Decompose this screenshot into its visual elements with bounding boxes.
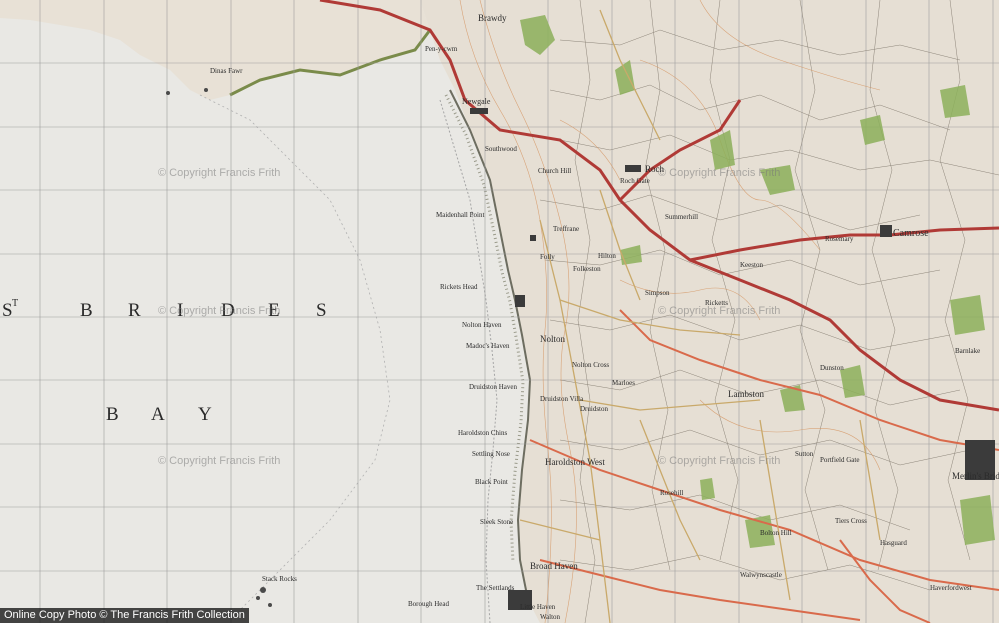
place-label: Druidston Villa — [540, 395, 584, 403]
north-coast-land — [0, 0, 430, 100]
sea-letter: T — [12, 298, 19, 309]
place-label: Lambston — [728, 389, 764, 399]
place-label: Rosemary — [825, 235, 854, 243]
place-label: Treffrane — [553, 225, 580, 233]
place-label: The Settlands — [476, 584, 515, 592]
map-base — [0, 0, 999, 623]
place-label: Camrose — [893, 228, 929, 239]
watermark: © Copyright Francis Frith — [658, 167, 781, 179]
sea-letter: S — [2, 300, 13, 321]
place-label: Dinas Fawr — [210, 67, 243, 75]
copyright-bar: Online Copy Photo © The Francis Frith Co… — [0, 608, 249, 623]
place-label: Portfield Gate — [820, 456, 860, 464]
place-label: Maidenhall Point — [436, 211, 485, 219]
map-canvas[interactable]: S T B R I D E S B A Y © Copyright Franci… — [0, 0, 999, 623]
place-label: Ricketts — [705, 299, 728, 307]
place-label: Walwynscastle — [740, 571, 782, 579]
place-label: Broad Haven — [530, 561, 578, 571]
place-label: Roch — [645, 164, 664, 174]
sea-letter: A — [151, 404, 165, 425]
sea-letter: B — [106, 404, 119, 425]
place-label: Barnlake — [955, 347, 981, 355]
place-label: Pen-y-cwm — [425, 45, 458, 53]
place-label: Sutton — [795, 450, 814, 458]
place-label: Rickets Head — [440, 283, 478, 291]
place-label: Nolton — [540, 334, 566, 344]
sea-letter: Y — [198, 404, 212, 425]
place-label: Folkeston — [573, 265, 601, 273]
place-label: Haverfordwest — [930, 584, 972, 592]
watermark: © Copyright Francis Frith — [658, 455, 781, 467]
place-label: Newgale — [462, 97, 491, 106]
place-label: Marloes — [612, 379, 635, 387]
place-label: Borough Head — [408, 600, 450, 608]
place-label: Southwood — [485, 145, 517, 153]
place-label: Nolton Cross — [572, 361, 610, 369]
place-label: Simpson — [645, 289, 670, 297]
place-label: Druidston — [580, 405, 608, 413]
watermark: © Copyright Francis Frith — [158, 167, 281, 179]
place-label: Merlin's Bridge — [952, 471, 999, 481]
place-label: Brawdy — [478, 13, 507, 23]
sea-letter: S — [316, 300, 327, 321]
place-label: Madoc's Haven — [466, 342, 510, 350]
place-label: Nolton Haven — [462, 321, 502, 329]
watermark: © Copyright Francis Frith — [158, 455, 281, 467]
place-label: Keeston — [740, 261, 763, 269]
place-label: Roch Gate — [620, 177, 650, 185]
place-label: Settling Nose — [472, 450, 510, 458]
sea-letter: B — [80, 300, 93, 321]
place-label: Church Hill — [538, 167, 572, 175]
place-label: Haroldston Chins — [458, 429, 508, 437]
coastal-rocks — [166, 88, 272, 607]
sea-letter: R — [128, 300, 141, 321]
place-label: Dunston — [820, 364, 844, 372]
place-label: Sleek Stone — [480, 518, 514, 526]
place-label: Summerhill — [665, 213, 699, 221]
place-label: Little Haven — [520, 603, 556, 611]
place-label: Hilton — [598, 252, 616, 260]
place-label: Druidston Haven — [469, 383, 518, 391]
place-label: Stack Rocks — [262, 575, 297, 583]
place-label: Rosehill — [660, 489, 684, 497]
place-label: Haroldston West — [545, 457, 605, 467]
place-label: Black Point — [475, 478, 508, 486]
place-label: Bolton Hill — [760, 529, 792, 537]
place-label: Walton — [540, 613, 561, 621]
place-label: Hasguard — [880, 539, 907, 547]
watermark: © Copyright Francis Frith — [158, 305, 281, 317]
place-label: Folly — [540, 253, 555, 261]
place-label: Tiers Cross — [835, 517, 867, 525]
